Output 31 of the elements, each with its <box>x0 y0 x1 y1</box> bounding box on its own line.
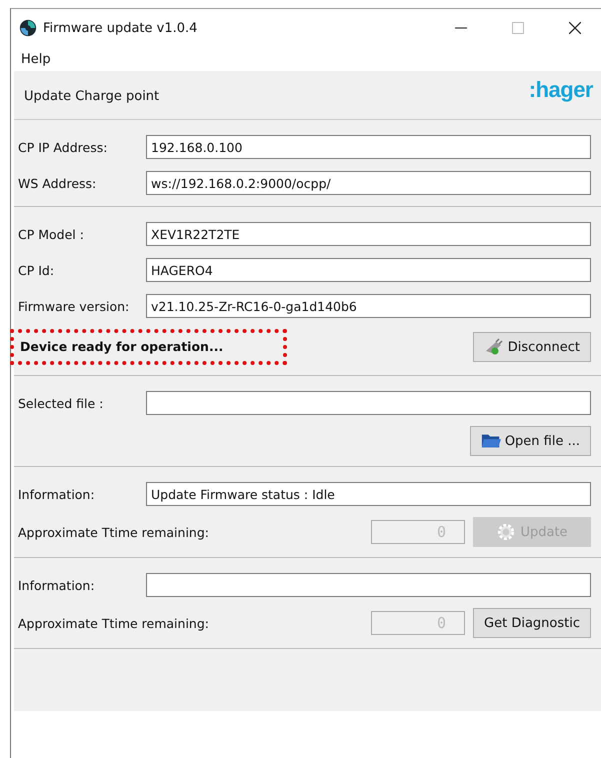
input-field[interactable]: Update Firmware status : Idle <box>146 482 591 506</box>
logo: :hager <box>528 77 593 103</box>
field-label: Firmware version: <box>18 298 130 314</box>
input-field[interactable] <box>146 573 591 597</box>
folder-icon <box>480 432 501 450</box>
diagnostic-button[interactable]: Get Diagnostic <box>473 608 591 638</box>
app-icon <box>19 19 37 37</box>
open-file-button[interactable]: Open file ... <box>470 426 591 456</box>
menu-item[interactable]: Help <box>21 52 51 66</box>
input-field[interactable]: ws://192.168.0.2:9000/ocpp/ <box>146 171 591 195</box>
field-label: Approximate Ttime remaining: <box>18 616 210 630</box>
close-icon[interactable] <box>569 22 581 34</box>
field-label: WS Address: <box>18 176 98 190</box>
input-field[interactable]: XEV1R22T2TE <box>146 222 591 246</box>
input-field[interactable]: HAGERO4 <box>146 258 591 282</box>
field-label: Information: <box>18 486 96 502</box>
input-field[interactable]: 192.168.0.100 <box>146 135 591 159</box>
window-title: Firmware update v1.0.4 <box>43 20 198 36</box>
field-label: Selected file : <box>18 396 104 410</box>
field-label: CP IP Address: <box>18 140 108 154</box>
plug-icon <box>484 338 504 356</box>
input-field[interactable] <box>146 391 591 415</box>
field-label: Information: <box>18 578 96 592</box>
gear-icon <box>496 523 516 541</box>
group-title: Update Charge point <box>24 89 160 104</box>
status-text: Device ready for operation... <box>20 339 224 354</box>
disconnect-button[interactable]: Disconnect <box>472 332 591 362</box>
input-field[interactable]: v21.10.25-Zr-RC16-0-ga1d140b6 <box>146 294 591 318</box>
field-label: Approximate Ttime remaining: <box>18 524 210 540</box>
field-label: CP Model : <box>18 226 85 242</box>
field-label: CP Id: <box>18 262 56 278</box>
